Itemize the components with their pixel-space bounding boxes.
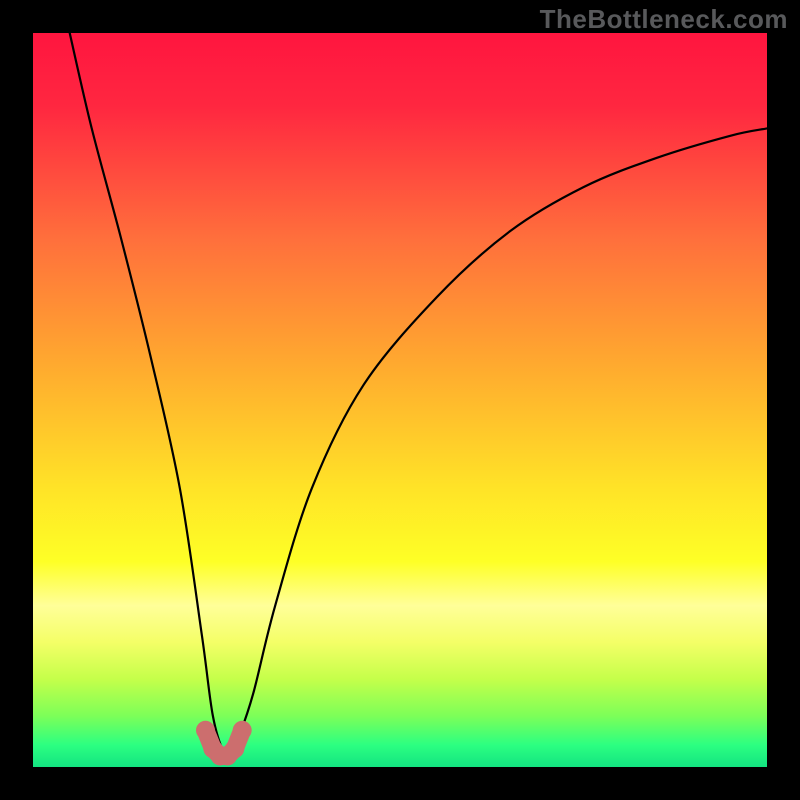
valley-marker-dot bbox=[233, 721, 252, 740]
watermark-text: TheBottleneck.com bbox=[540, 4, 788, 35]
valley-marker-dot bbox=[225, 739, 244, 758]
valley-marker-dot bbox=[196, 721, 215, 740]
chart-stage: TheBottleneck.com bbox=[0, 0, 800, 800]
bottleneck-chart bbox=[0, 0, 800, 800]
gradient-background bbox=[33, 33, 767, 767]
